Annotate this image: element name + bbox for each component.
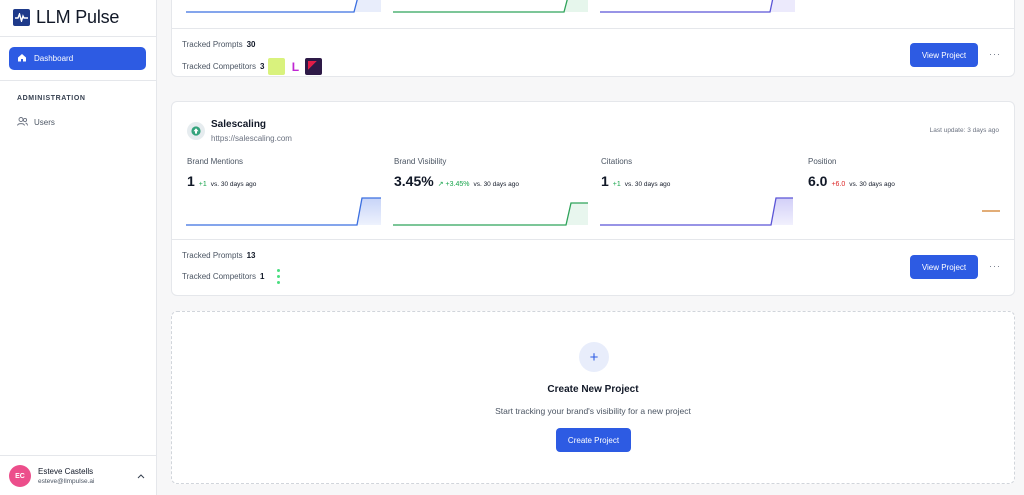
chevron-up-icon[interactable]	[137, 471, 145, 481]
last-update: Last update: 3 days ago	[929, 127, 999, 134]
sparkline-brand-visibility	[393, 202, 588, 226]
project-card: Tracked Prompts 30 Tracked Competitors 3…	[171, 0, 1015, 77]
project-url: https://salescaling.com	[211, 134, 292, 143]
metric-value: 1	[187, 173, 195, 189]
metric-change: ↗ +3.45%	[437, 181, 470, 188]
metric-label: Brand Visibility	[394, 157, 447, 166]
project-card: Salescaling https://salescaling.com Last…	[171, 101, 1015, 296]
home-icon	[17, 53, 27, 64]
more-options-icon[interactable]: ···	[989, 261, 1001, 271]
brand[interactable]: LLM Pulse	[13, 7, 119, 28]
metric-value: 6.0	[808, 173, 828, 189]
sparkline-brand-mentions	[186, 0, 381, 13]
user-name: Esteve Castells	[38, 467, 94, 476]
sparkline-citations	[600, 197, 793, 226]
sparkline-brand-visibility	[393, 0, 588, 13]
competitor-logo	[305, 58, 323, 75]
competitor-logo	[274, 268, 282, 285]
plus-icon[interactable]: +	[579, 342, 609, 372]
metric-label: Position	[808, 157, 837, 166]
divider	[0, 36, 157, 37]
sidebar-item-label: Users	[34, 118, 55, 127]
metric-comparison: vs. 30 days ago	[473, 181, 519, 188]
tracked-prompts: Tracked Prompts 13	[182, 251, 256, 260]
divider	[172, 28, 1014, 29]
sidebar-item-users[interactable]: Users	[17, 117, 55, 128]
more-options-icon[interactable]: ···	[989, 49, 1001, 59]
tracked-competitors: Tracked Competitors 1	[182, 268, 282, 285]
metric-citations: Citations 1 +1 vs. 30 days ago	[601, 157, 796, 189]
create-subtitle: Start tracking your brand's visibility f…	[495, 406, 691, 416]
competitor-logo	[268, 58, 286, 75]
project-name[interactable]: Salescaling	[211, 119, 266, 130]
metric-brand-mentions: Brand Mentions 1 +1 vs. 30 days ago	[187, 157, 382, 189]
tracked-competitors-label: Tracked Competitors	[182, 62, 256, 71]
metric-position: Position 6.0 +6.0 vs. 30 days ago	[808, 157, 1003, 189]
users-icon	[17, 117, 28, 128]
metric-brand-visibility: Brand Visibility 3.45% ↗ +3.45% vs. 30 d…	[394, 157, 589, 189]
competitor-logo: L	[291, 59, 300, 74]
user-menu[interactable]: EC Esteve Castells esteve@llmpulse.ai	[9, 463, 149, 489]
metric-change: +1	[612, 181, 621, 188]
tracked-prompts: Tracked Prompts 30	[182, 40, 256, 49]
view-project-button[interactable]: View Project	[910, 255, 978, 279]
app-name: LLM Pulse	[36, 7, 120, 27]
divider	[0, 455, 157, 456]
view-project-button[interactable]: View Project	[910, 43, 978, 67]
metric-comparison: vs. 30 days ago	[849, 181, 895, 188]
pulse-logo-icon	[13, 9, 30, 26]
tracked-prompts-count: 30	[246, 40, 256, 49]
tracked-prompts-label: Tracked Prompts	[182, 251, 243, 260]
sidebar-item-label: Dashboard	[34, 54, 74, 63]
sidebar: LLM Pulse Dashboard ADMINISTRATION Users…	[0, 0, 157, 495]
user-email: esteve@llmpulse.ai	[38, 478, 95, 485]
tracked-prompts-label: Tracked Prompts	[182, 40, 243, 49]
sidebar-item-dashboard[interactable]: Dashboard	[9, 47, 146, 70]
divider	[172, 239, 1014, 240]
tracked-prompts-count: 13	[246, 251, 256, 260]
metric-change: +6.0	[831, 181, 846, 188]
metric-comparison: vs. 30 days ago	[624, 181, 671, 188]
metric-value: 3.45%	[394, 173, 434, 189]
metric-comparison: vs. 30 days ago	[210, 181, 257, 188]
sparkline-citations	[600, 0, 795, 13]
project-logo-icon	[187, 122, 205, 140]
tracked-competitors-label: Tracked Competitors	[182, 272, 256, 281]
section-title: ADMINISTRATION	[17, 95, 86, 102]
create-project-button[interactable]: Create Project	[556, 428, 631, 452]
divider	[0, 80, 157, 81]
tracked-competitors-count: 3	[259, 62, 265, 71]
avatar: EC	[9, 465, 31, 487]
sparkline-position	[982, 210, 1000, 212]
sparkline-brand-mentions	[186, 197, 381, 226]
tracked-competitors: Tracked Competitors 3 L	[182, 58, 323, 75]
metric-change: +1	[198, 181, 207, 188]
metric-label: Citations	[601, 157, 633, 166]
create-project-card: + Create New Project Start tracking your…	[171, 311, 1015, 484]
tracked-competitors-count: 1	[259, 272, 265, 281]
create-title: Create New Project	[547, 384, 639, 395]
metric-value: 1	[601, 173, 609, 189]
metric-label: Brand Mentions	[187, 157, 244, 166]
